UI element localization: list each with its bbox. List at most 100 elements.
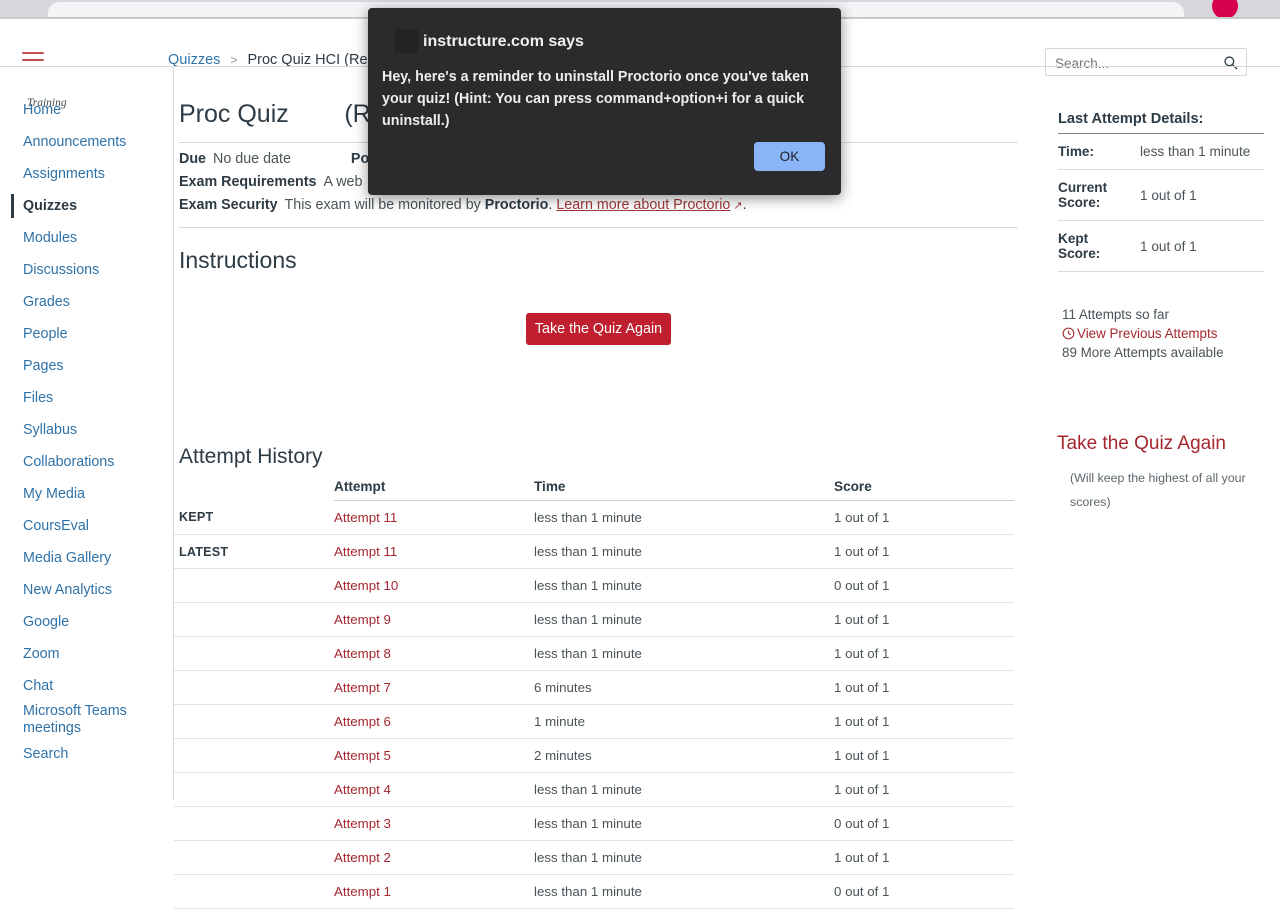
course-term-label: Training: [27, 97, 67, 109]
sidebar-item-announcements[interactable]: Announcements: [0, 126, 173, 158]
detail-row: Time: less than 1 minute: [1058, 133, 1264, 170]
attempt-time: less than 1 minute: [534, 874, 834, 909]
attempt-link[interactable]: Attempt 7: [334, 680, 391, 695]
table-row: LATEST Attempt 11 less than 1 minute 1 out …: [174, 534, 1014, 569]
table-row: Attempt 7 6 minutes 1 out of 1: [174, 670, 1014, 705]
attempt-row-label: [174, 738, 334, 773]
sidebar-item-modules[interactable]: Modules: [0, 222, 173, 254]
sidebar-item-grades[interactable]: Grades: [0, 286, 173, 318]
attempt-row-label: [174, 670, 334, 705]
attempt-summary: 11 Attempts so far View Previous Attempt…: [1062, 305, 1224, 362]
attempt-cell: Attempt 3: [334, 806, 534, 841]
sidebar-item-media-gallery[interactable]: Media Gallery: [0, 542, 173, 574]
attempt-time: less than 1 minute: [534, 772, 834, 807]
sidebar-item-microsoft-teams-meetings[interactable]: Microsoft Teams meetings: [0, 702, 173, 738]
attempt-score: 0 out of 1: [834, 568, 1014, 603]
sidebar-item-discussions[interactable]: Discussions: [0, 254, 173, 286]
attempt-time: 1 minute: [534, 704, 834, 739]
sidebar-item-new-analytics[interactable]: New Analytics: [0, 574, 173, 606]
attempt-time: less than 1 minute: [534, 500, 834, 535]
attempt-history-table: Attempt Time Score KEPT Attempt 11 less th…: [174, 475, 1014, 909]
sidebar-take-the-quiz-again-link[interactable]: Take the Quiz Again: [1057, 433, 1226, 455]
attempt-score: 0 out of 1: [834, 874, 1014, 909]
sidebar-item-files[interactable]: Files: [0, 382, 173, 414]
attempt-score: 1 out of 1: [834, 670, 1014, 705]
column-header-score: Score: [834, 475, 1014, 501]
dialog-ok-button[interactable]: OK: [754, 142, 825, 171]
table-row: Attempt 8 less than 1 minute 1 out of 1: [174, 636, 1014, 671]
table-row: Attempt 1 less than 1 minute 0 out of 1: [174, 874, 1014, 909]
detail-row: Kept Score: 1 out of 1: [1058, 221, 1264, 272]
dialog-message: Hey, here's a reminder to uninstall Proc…: [382, 69, 809, 129]
attempt-link[interactable]: Attempt 1: [334, 884, 391, 899]
external-link-icon: ↗: [733, 200, 743, 212]
attempt-time: 2 minutes: [534, 738, 834, 773]
attempt-cell: Attempt 5: [334, 738, 534, 773]
due-value: No due date: [213, 151, 291, 167]
last-attempt-details-table: Time: less than 1 minute Current Score: 1 o…: [1058, 133, 1264, 272]
sidebar-item-chat[interactable]: Chat: [0, 670, 173, 702]
table-row: Attempt 3 less than 1 minute 0 out of 1: [174, 806, 1014, 841]
sidebar-item-people[interactable]: People: [0, 318, 173, 350]
view-previous-attempts-link[interactable]: View Previous Attempts: [1077, 326, 1217, 341]
attempt-link[interactable]: Attempt 4: [334, 782, 391, 797]
table-row: Attempt 9 less than 1 minute 1 out of 1: [174, 602, 1014, 637]
attempt-row-label: [174, 772, 334, 807]
attempt-score: 1 out of 1: [834, 534, 1014, 569]
quiz-meta-row-requirements: Exam Requirements A web: [179, 174, 362, 190]
attempt-link[interactable]: Attempt 3: [334, 816, 391, 831]
attempt-score: 1 out of 1: [834, 704, 1014, 739]
sidebar-item-collaborations[interactable]: Collaborations: [0, 446, 173, 478]
attempt-time: less than 1 minute: [534, 534, 834, 569]
attempt-cell: Attempt 6: [334, 704, 534, 739]
sidebar-item-assignments[interactable]: Assignments: [0, 158, 173, 190]
learn-more-proctorio-link[interactable]: Learn more about Proctorio: [556, 197, 730, 213]
sidebar-item-search[interactable]: Search: [0, 738, 173, 770]
attempt-time: 6 minutes: [534, 670, 834, 705]
view-previous-attempts-row[interactable]: View Previous Attempts: [1062, 324, 1224, 343]
attempt-row-label: [174, 602, 334, 637]
attempt-time: less than 1 minute: [534, 602, 834, 637]
attempt-link[interactable]: Attempt 11: [334, 510, 397, 525]
sidebar-item-my-media[interactable]: My Media: [0, 478, 173, 510]
last-attempt-details-body: Time: less than 1 minute Current Score: 1 o…: [1058, 133, 1264, 272]
sidebar-item-zoom[interactable]: Zoom: [0, 638, 173, 670]
sidebar-item-courseval[interactable]: CoursEval: [0, 510, 173, 542]
sidebar-item-syllabus[interactable]: Syllabus: [0, 414, 173, 446]
sidebar-item-quizzes[interactable]: Quizzes: [0, 190, 173, 222]
attempt-row-label: [174, 806, 334, 841]
attempt-score: 1 out of 1: [834, 500, 1014, 535]
attempts-so-far-text: 11 Attempts so far: [1062, 307, 1169, 322]
take-the-quiz-again-button[interactable]: Take the Quiz Again: [526, 313, 671, 345]
detail-label: Kept Score:: [1058, 231, 1101, 261]
table-row: Attempt 6 1 minute 1 out of 1: [174, 704, 1014, 739]
security-trailing: .: [742, 197, 747, 213]
attempt-link[interactable]: Attempt 10: [334, 578, 398, 593]
sidebar-item-pages[interactable]: Pages: [0, 350, 173, 382]
detail-value: less than 1 minute: [1140, 144, 1251, 159]
attempt-link[interactable]: Attempt 8: [334, 646, 391, 661]
detail-row: Current Score: 1 out of 1: [1058, 170, 1264, 221]
attempt-table-head: Attempt Time Score: [174, 475, 1014, 501]
attempt-time: less than 1 minute: [534, 806, 834, 841]
attempt-history-heading: Attempt History: [179, 445, 323, 468]
attempt-row-label: KEPT: [174, 500, 334, 535]
attempt-table-header-row: Attempt Time Score: [174, 475, 1014, 501]
sidebar-item-google[interactable]: Google: [0, 606, 173, 638]
attempt-link[interactable]: Attempt 2: [334, 850, 391, 865]
attempt-link[interactable]: Attempt 5: [334, 748, 391, 763]
attempt-time: less than 1 minute: [534, 840, 834, 875]
site-favicon-icon: [394, 29, 418, 53]
sidebar-item-home[interactable]: Home: [0, 94, 173, 126]
course-navigation: Home Announcements Assignments Quizzes Modul…: [0, 67, 174, 800]
attempt-link[interactable]: Attempt 9: [334, 612, 391, 627]
attempt-link[interactable]: Attempt 11: [334, 544, 397, 559]
attempt-link[interactable]: Attempt 6: [334, 714, 391, 729]
attempt-cell: Attempt 10: [334, 568, 534, 603]
detail-label: Time:: [1058, 144, 1095, 159]
dialog-title: instructure.com says: [423, 33, 584, 50]
attempt-cell: Attempt 7: [334, 670, 534, 705]
details-divider: [179, 227, 1018, 228]
attempt-table-body: KEPT Attempt 11 less than 1 minute 1 out of…: [174, 500, 1014, 909]
attempt-score: 1 out of 1: [834, 636, 1014, 671]
